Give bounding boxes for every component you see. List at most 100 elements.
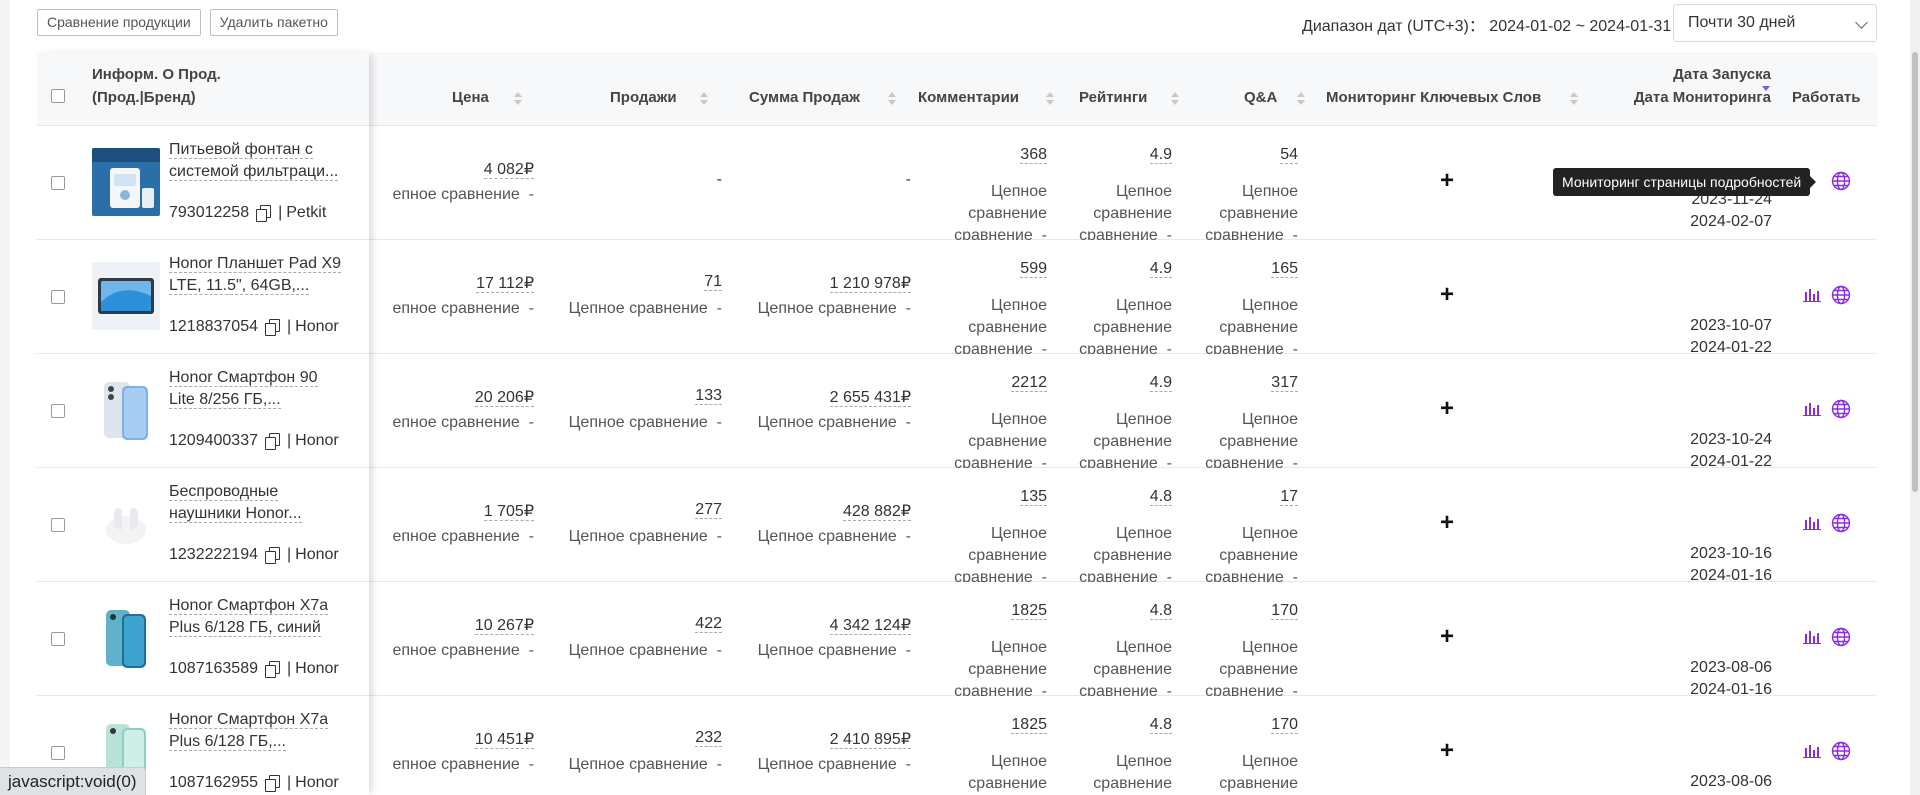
globe-icon[interactable] <box>1831 285 1851 305</box>
sort-icon[interactable] <box>1171 92 1179 106</box>
product-name-link[interactable]: Питьевой фонтан с системой фильтраци... <box>169 139 359 183</box>
row-checkbox[interactable] <box>51 404 65 418</box>
product-brand[interactable]: Petkit <box>286 204 326 222</box>
bar-chart-icon[interactable] <box>1803 630 1821 645</box>
copy-icon[interactable] <box>264 319 280 336</box>
copy-icon[interactable] <box>264 547 280 564</box>
rating-value[interactable]: 4.8 <box>1067 716 1172 734</box>
product-thumbnail[interactable] <box>92 262 160 330</box>
sales-value[interactable]: 277 <box>537 501 722 519</box>
header-monitoring-date[interactable]: Дата Мониторинга <box>1597 89 1771 106</box>
price-value[interactable]: 4 082₽ <box>357 159 534 179</box>
product-thumbnail[interactable] <box>92 148 160 216</box>
rating-value[interactable]: 4.9 <box>1067 374 1172 392</box>
bar-chart-icon[interactable] <box>1803 288 1821 303</box>
price-value[interactable]: 10 267₽ <box>357 615 534 635</box>
add-keyword-monitoring-button[interactable]: + <box>1440 511 1454 535</box>
sort-icon[interactable] <box>888 92 896 106</box>
product-brand[interactable]: Honor <box>295 318 339 336</box>
product-name-link[interactable]: Honor Планшет Pad X9 LTE, 11.5", 64GB,... <box>169 253 359 297</box>
product-name-link[interactable]: Honor Смартфон X7a Plus 6/128 ГБ,... <box>169 709 359 753</box>
add-keyword-monitoring-button[interactable]: + <box>1440 739 1454 763</box>
add-keyword-monitoring-button[interactable]: + <box>1440 397 1454 421</box>
date-range-value[interactable]: 2024-01-02 ~ 2024-01-31 <box>1489 18 1671 35</box>
comments-value[interactable]: 2212 <box>917 374 1047 392</box>
globe-icon[interactable] <box>1831 399 1851 419</box>
comments-value[interactable]: 1825 <box>917 716 1047 734</box>
compare-products-button[interactable]: Сравнение продукции <box>37 9 201 36</box>
product-brand[interactable]: Honor <box>295 660 339 678</box>
rating-value[interactable]: 4.9 <box>1067 146 1172 164</box>
price-value[interactable]: 17 112₽ <box>357 273 534 293</box>
row-checkbox[interactable] <box>51 632 65 646</box>
header-ratings[interactable]: Рейтинги <box>1079 89 1147 106</box>
header-price[interactable]: Цена <box>452 89 489 106</box>
product-brand[interactable]: Honor <box>295 432 339 450</box>
add-keyword-monitoring-button[interactable]: + <box>1440 283 1454 307</box>
copy-icon[interactable] <box>264 661 280 678</box>
price-value[interactable]: 10 451₽ <box>357 729 534 749</box>
sort-icon[interactable] <box>1297 92 1305 106</box>
product-name-link[interactable]: Беспроводные наушники Honor... <box>169 481 359 525</box>
qa-value[interactable]: 17 <box>1197 488 1298 506</box>
rating-value[interactable]: 4.8 <box>1067 602 1172 620</box>
add-keyword-monitoring-button[interactable]: + <box>1440 169 1454 193</box>
sales-value[interactable]: 133 <box>537 387 722 405</box>
sales-amount-value[interactable]: 1 210 978₽ <box>737 273 911 293</box>
globe-icon[interactable] <box>1831 627 1851 647</box>
period-select[interactable]: Почти 30 дней <box>1673 4 1877 42</box>
comments-value[interactable]: 135 <box>917 488 1047 506</box>
sort-icon[interactable] <box>1570 92 1578 106</box>
comments-value[interactable]: 1825 <box>917 602 1047 620</box>
header-launch-date[interactable]: Дата Запуска <box>1638 66 1771 83</box>
comments-value[interactable]: 368 <box>917 146 1047 164</box>
bar-chart-icon[interactable] <box>1803 402 1821 417</box>
sales-amount-value[interactable]: 4 342 124₽ <box>737 615 911 635</box>
product-brand[interactable]: Honor <box>295 546 339 564</box>
rating-value[interactable]: 4.9 <box>1067 260 1172 278</box>
qa-value[interactable]: 54 <box>1197 146 1298 164</box>
product-name-link[interactable]: Honor Смартфон X7a Plus 6/128 ГБ, синий <box>169 595 359 639</box>
sales-amount-value[interactable]: 428 882₽ <box>737 501 911 521</box>
qa-value[interactable]: 317 <box>1197 374 1298 392</box>
header-sales-amount[interactable]: Сумма Продаж <box>749 89 860 106</box>
sales-amount-value[interactable]: 2 655 431₽ <box>737 387 911 407</box>
sort-icon[interactable] <box>514 92 522 106</box>
product-thumbnail[interactable] <box>92 376 160 444</box>
globe-icon[interactable] <box>1831 171 1851 191</box>
row-checkbox[interactable] <box>51 290 65 304</box>
sales-value[interactable]: 232 <box>537 729 722 747</box>
select-all-checkbox[interactable] <box>51 89 65 103</box>
scrollbar-thumb[interactable] <box>1912 52 1918 492</box>
product-name-link[interactable]: Honor Смартфон 90 Lite 8/256 ГБ,... <box>169 367 359 411</box>
sort-desc-icon[interactable] <box>1762 86 1770 100</box>
qa-value[interactable]: 170 <box>1197 716 1298 734</box>
globe-icon[interactable] <box>1831 741 1851 761</box>
batch-delete-button[interactable]: Удалить пакетно <box>209 9 338 36</box>
sales-value[interactable]: 422 <box>537 615 722 633</box>
header-qa[interactable]: Q&A <box>1244 89 1277 106</box>
add-keyword-monitoring-button[interactable]: + <box>1440 625 1454 649</box>
price-value[interactable]: 20 206₽ <box>357 387 534 407</box>
qa-value[interactable]: 165 <box>1197 260 1298 278</box>
rating-value[interactable]: 4.8 <box>1067 488 1172 506</box>
qa-value[interactable]: 170 <box>1197 602 1298 620</box>
header-comments[interactable]: Комментарии <box>918 89 1019 106</box>
bar-chart-icon[interactable] <box>1803 516 1821 531</box>
header-keyword-monitoring[interactable]: Мониторинг Ключевых Слов <box>1326 89 1541 106</box>
product-thumbnail[interactable] <box>92 604 160 672</box>
sales-amount-value[interactable]: 2 410 895₽ <box>737 729 911 749</box>
copy-icon[interactable] <box>256 205 272 222</box>
row-checkbox[interactable] <box>51 746 65 760</box>
comments-value[interactable]: 599 <box>917 260 1047 278</box>
sales-value[interactable]: 71 <box>537 273 722 291</box>
sort-icon[interactable] <box>1046 92 1054 106</box>
sort-icon[interactable] <box>700 92 708 106</box>
copy-icon[interactable] <box>264 433 280 450</box>
product-brand[interactable]: Honor <box>295 774 339 792</box>
globe-icon[interactable] <box>1831 513 1851 533</box>
vertical-scrollbar[interactable] <box>1910 0 1920 795</box>
row-checkbox[interactable] <box>51 176 65 190</box>
product-thumbnail[interactable] <box>92 490 160 558</box>
header-sales[interactable]: Продажи <box>610 89 677 106</box>
